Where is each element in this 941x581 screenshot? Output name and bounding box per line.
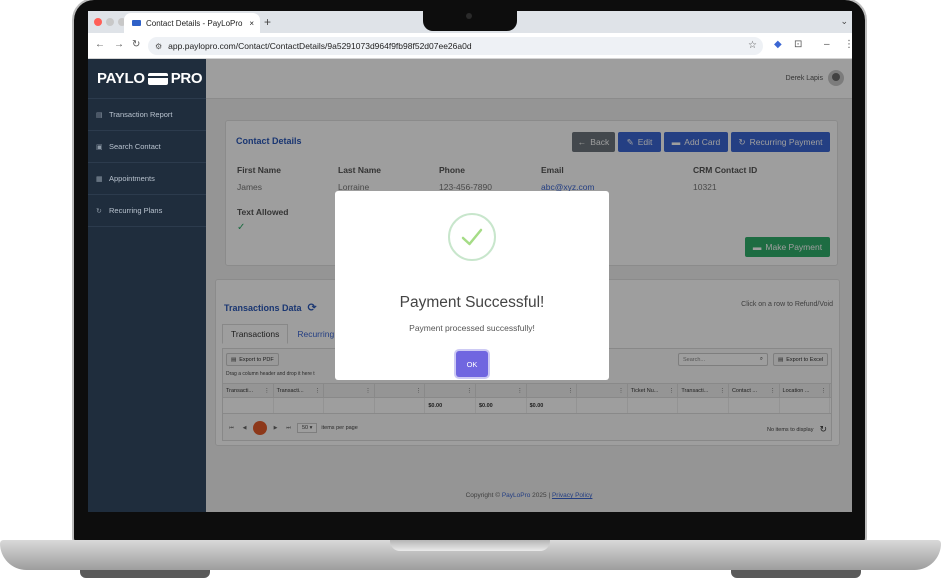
sidebar-item-appointments[interactable]: ▦ Appointments [88,163,206,195]
sidebar-item-recurring-plans[interactable]: ↻ Recurring Plans [88,195,206,227]
extensions-puzzle-icon[interactable]: ⊡ [794,39,802,50]
site-settings-icon[interactable]: ⚙ [155,42,162,51]
screen: Contact Details - PayLoPro × + ⌄ ← → ↻ ⚙… [88,11,852,512]
camera-notch [423,5,517,31]
reload-icon[interactable]: ↻ [132,39,140,50]
back-arrow-icon[interactable]: ← [95,39,105,50]
payment-success-dialog: Payment Successful! Payment processed su… [335,191,609,380]
close-window-button[interactable] [94,18,102,26]
browser-tab-title: Contact Details - PayLoPro [146,18,243,28]
url-text: app.paylopro.com/Contact/ContactDetails/… [168,41,472,51]
tab-list-icon[interactable]: ⌄ [840,16,848,27]
address-bar-row: ← → ↻ ⚙ app.paylopro.com/Contact/Contact… [88,33,852,59]
tab-close-icon[interactable]: × [249,19,254,28]
dialog-message: Payment processed successfully! [409,323,535,333]
bookmark-star-icon[interactable]: ☆ [748,40,757,51]
sidebar-item-transaction-report[interactable]: ▤ Transaction Report [88,99,206,131]
camera-icon [466,13,472,19]
logo-text-left: PAYLO [97,70,145,87]
browser-tab[interactable]: Contact Details - PayLoPro × [124,13,260,33]
logo-text-right: PRO [170,70,203,87]
laptop-foot-left [80,570,210,578]
success-check-icon [448,213,496,261]
minimize-window-button[interactable] [106,18,114,26]
laptop-foot-right [731,570,861,578]
card-logo-icon [147,72,168,85]
contact-card-icon: ▣ [96,143,103,151]
forward-arrow-icon[interactable]: → [114,39,124,50]
ok-button[interactable]: OK [456,351,488,377]
card-favicon-icon [132,20,141,26]
logo: PAYLO PRO [88,59,206,99]
sidebar: PAYLO PRO ▤ Transaction Report ▣ Search … [88,59,206,512]
recurring-icon: ↻ [96,207,102,215]
extension-icon[interactable]: ◆ [774,39,782,50]
sidebar-item-label: Recurring Plans [109,206,163,215]
minimize-icon[interactable]: – [824,39,830,50]
sidebar-item-label: Search Contact [109,142,161,151]
browser-menu-icon[interactable]: ⋮ [844,39,852,50]
calendar-icon: ▦ [96,175,103,183]
sidebar-item-label: Appointments [109,174,155,183]
dialog-title: Payment Successful! [399,294,545,311]
report-icon: ▤ [96,111,103,119]
sidebar-item-label: Transaction Report [109,110,173,119]
sidebar-item-search-contact[interactable]: ▣ Search Contact [88,131,206,163]
url-input[interactable]: ⚙ app.paylopro.com/Contact/ContactDetail… [148,37,763,55]
new-tab-button[interactable]: + [264,15,271,29]
laptop-lip [390,540,550,551]
window-controls [94,18,126,26]
